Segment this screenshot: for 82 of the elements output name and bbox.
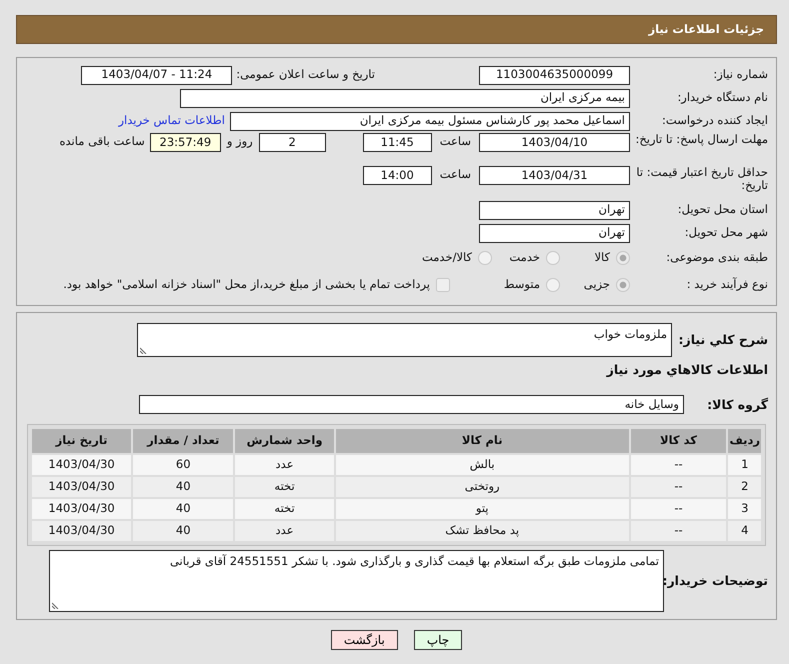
table-cell: 1403/04/30 [32,520,132,541]
table-cell: تخته [235,476,334,497]
radio-button[interactable] [616,278,630,292]
field-label: شرح کلي نياز: [678,332,769,348]
option-label: جزیی [584,276,610,294]
column-header: ردیف [728,428,761,453]
table-cell: پد محافظ تشک [336,520,629,541]
table-cell: -- [630,498,726,519]
column-header: تعداد / مقدار [133,428,234,453]
input-field[interactable]: 1403/04/07 - 11:24 [81,66,232,84]
field-label: تاریخ و ساعت اعلان عمومی: [236,66,375,84]
option-label: خدمت [509,249,540,266]
table-cell: -- [630,476,726,497]
field-label: روز و [226,133,253,150]
field-label: شهر محل تحویل: [684,226,769,240]
column-header: تاریخ نیاز [32,428,132,453]
table-cell: -- [630,454,726,475]
input-field[interactable]: بیمه مرکزی ایران [180,88,630,108]
option-label: کالا/خدمت [422,249,472,266]
field-label: ساعت [440,133,471,150]
table-cell: عدد [235,454,334,475]
field-label: گروه کالا: [706,398,769,412]
input-field[interactable]: 1403/04/10 [479,133,630,152]
radio-button[interactable] [546,278,560,292]
field-label: نام دستگاه خریدار: [676,91,769,105]
option-label: پرداخت تمام یا بخشی از مبلغ خرید،از محل "اسناد خزانه اسلامی" خواهد بود. [63,276,430,294]
table-cell: 60 [133,454,234,475]
input-field[interactable]: تهران [479,224,630,242]
radio-button[interactable] [546,251,560,265]
section-heading: اطلاعات کالاهاي مورد نياز [605,361,769,379]
contact-link[interactable]: اطلاعات تماس خریدار [118,112,225,130]
field-label: مهلت ارسال پاسخ: تا تاریخ: [634,133,769,146]
option-label: متوسط [504,276,540,294]
page-header: جزئیات اطلاعات نیاز [16,15,777,44]
table-cell: 1 [728,454,761,475]
text-value: ملزومات خواب [594,327,667,341]
field-label: استان محل تحویل: [676,203,769,217]
column-header: واحد شمارش [235,428,334,453]
table-cell: 40 [133,476,234,497]
print-button[interactable]: چاپ [414,630,462,650]
table-cell: تخته [235,498,334,519]
input-field[interactable]: 1403/04/31 [479,166,630,185]
radio-button[interactable] [478,251,492,265]
countdown-field[interactable]: 23:57:49 [150,133,221,152]
input-field[interactable]: 14:00 [362,166,432,185]
field-label: توضیحات خریدار: [664,574,769,588]
table-cell: 40 [133,520,234,541]
column-header: نام کالا [336,428,629,453]
input-field[interactable]: اسماعیل محمد پور کارشناس مسئول بیمه مرکزی ایران [230,112,630,130]
table-cell: 1403/04/30 [32,454,132,475]
field-label: حداقل تاریخ اعتبار قیمت: تا تاریخ: [635,166,769,192]
text-value: تمامی ملزومات طبق برگه استعلام بها قیمت گذاری و بارگذاری شود. با تشکر 24551551 آقای قربانی [170,554,659,568]
text-area[interactable]: تمامی ملزومات طبق برگه استعلام بها قیمت گذاری و بارگذاری شود. با تشکر 24551551 آقای قربانی [49,550,664,612]
option-label: کالا [594,249,610,266]
radio-button[interactable] [616,251,630,265]
field-label: طبقه بندی موضوعی: [665,251,769,265]
field-label: ساعت [440,166,471,183]
field-label: ایجاد کننده درخواست: [661,114,769,128]
table-cell: عدد [235,520,334,541]
back-button[interactable]: بازگشت [330,630,398,650]
table-cell: 1403/04/30 [32,498,132,519]
table-cell: 3 [728,498,761,519]
table-cell: -- [630,520,726,541]
field-label: شماره نیاز: [712,68,769,82]
input-field[interactable]: تهران [479,200,630,220]
table-cell: 2 [728,476,761,497]
table-cell: 1403/04/30 [32,476,132,497]
table-cell: پتو [336,498,629,519]
table-cell: 4 [728,520,761,541]
text-area[interactable]: ملزومات خواب [137,323,672,357]
table-cell: 40 [133,498,234,519]
resize-grip-icon[interactable] [140,346,148,354]
input-field[interactable]: وسایل خانه [139,395,684,414]
column-header: کد کالا [630,428,726,453]
table-cell: روتختی [336,476,629,497]
table-cell: بالش [336,454,629,475]
field-label: نوع فرآیند خرید : [686,278,769,292]
input-field[interactable]: 2 [258,133,326,152]
field-label: ساعت باقی مانده [60,133,145,150]
resize-grip-icon[interactable] [52,600,60,609]
input-field[interactable]: 11:45 [362,133,432,152]
input-field[interactable]: 1103004635000099 [479,66,630,84]
